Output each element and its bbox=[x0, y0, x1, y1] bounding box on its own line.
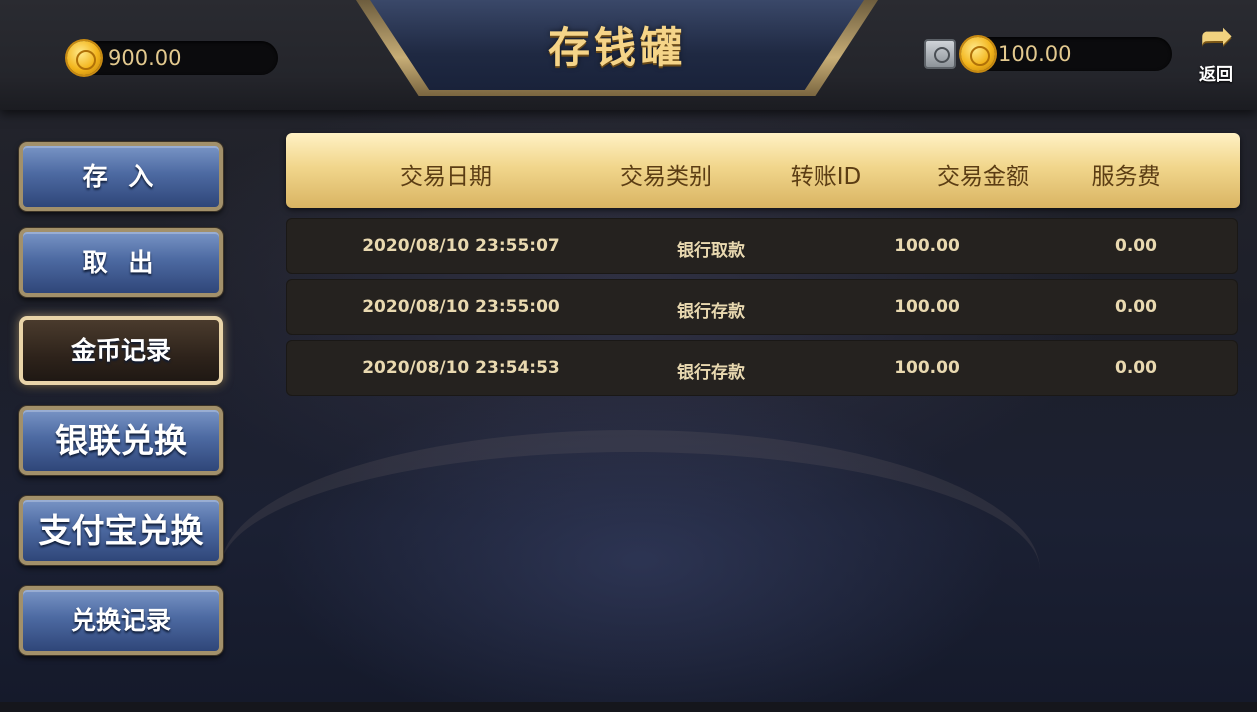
row-fee: 0.00 bbox=[1115, 358, 1157, 378]
bank-balance: 100.00 bbox=[998, 42, 1072, 66]
row-amount: 100.00 bbox=[894, 236, 960, 256]
withdraw-button[interactable]: 取 出 bbox=[19, 228, 223, 297]
wallet-balance: 900.00 bbox=[108, 46, 182, 70]
row-fee: 0.00 bbox=[1115, 236, 1157, 256]
column-type: 交易类别 bbox=[620, 164, 712, 190]
withdraw-label: 取 出 bbox=[82, 248, 160, 277]
column-transfer-id: 转账ID bbox=[790, 164, 862, 190]
row-amount: 100.00 bbox=[894, 297, 960, 317]
deposit-label: 存 入 bbox=[82, 162, 160, 191]
coin-records-label: 金币记录 bbox=[70, 336, 171, 365]
column-amount: 交易金额 bbox=[937, 164, 1029, 190]
coin-icon bbox=[961, 37, 995, 71]
background-arch bbox=[220, 430, 1040, 712]
row-type: 银行存款 bbox=[677, 363, 745, 383]
row-date: 2020/08/10 23:55:00 bbox=[362, 297, 560, 317]
unionpay-exchange-button[interactable]: 银联兑换 bbox=[19, 406, 223, 475]
back-arrow-icon: ➦ bbox=[1200, 13, 1234, 59]
unionpay-exchange-label: 银联兑换 bbox=[55, 421, 187, 460]
table-row: 2020/08/10 23:55:00 银行存款 100.00 0.00 bbox=[286, 279, 1238, 335]
back-button[interactable]: ➦ 返回 bbox=[1196, 13, 1246, 85]
alipay-exchange-button[interactable]: 支付宝兑换 bbox=[19, 496, 223, 565]
row-fee: 0.00 bbox=[1115, 297, 1157, 317]
column-date: 交易日期 bbox=[400, 164, 492, 190]
coin-records-button[interactable]: 金币记录 bbox=[19, 316, 223, 385]
table-row: 2020/08/10 23:55:07 银行取款 100.00 0.00 bbox=[286, 218, 1238, 274]
row-type: 银行存款 bbox=[677, 302, 745, 322]
row-amount: 100.00 bbox=[894, 358, 960, 378]
coin-icon bbox=[67, 41, 101, 75]
column-fee: 服务费 bbox=[1091, 164, 1161, 190]
safe-icon bbox=[924, 39, 956, 69]
row-type: 银行取款 bbox=[677, 241, 745, 261]
back-label: 返回 bbox=[1199, 65, 1233, 85]
exchange-records-button[interactable]: 兑换记录 bbox=[19, 586, 223, 655]
exchange-records-label: 兑换记录 bbox=[70, 606, 171, 635]
alipay-exchange-label: 支付宝兑换 bbox=[38, 511, 204, 550]
table-row: 2020/08/10 23:54:53 银行存款 100.00 0.00 bbox=[286, 340, 1238, 396]
row-date: 2020/08/10 23:54:53 bbox=[362, 358, 560, 378]
row-date: 2020/08/10 23:55:07 bbox=[362, 236, 560, 256]
deposit-button[interactable]: 存 入 bbox=[19, 142, 223, 211]
page-title: 存钱罐 bbox=[547, 23, 686, 72]
table-header: 交易日期 交易类别 转账ID 交易金额 服务费 bbox=[286, 133, 1240, 208]
